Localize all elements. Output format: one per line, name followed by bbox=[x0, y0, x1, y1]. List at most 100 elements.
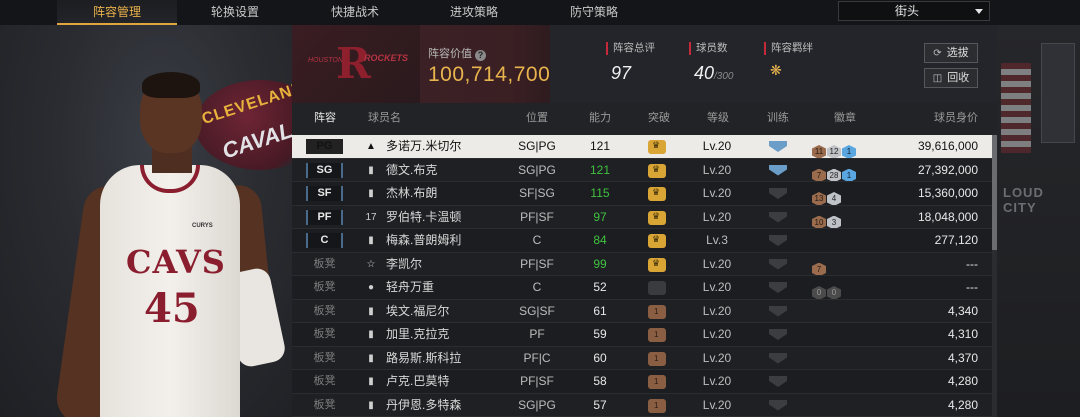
player-name[interactable]: 轻舟万重 bbox=[386, 276, 506, 300]
col-lineup[interactable]: 阵容 bbox=[314, 103, 336, 135]
player-position: C bbox=[532, 280, 542, 294]
lineup-slot[interactable]: PF bbox=[306, 209, 343, 225]
lineup-slot[interactable]: 板凳 bbox=[306, 351, 343, 366]
tab-defense[interactable]: 防守策略 bbox=[534, 0, 654, 25]
player-position: SF|SG bbox=[519, 186, 555, 200]
lineup-slot[interactable]: PG bbox=[306, 139, 343, 154]
table-scrollbar[interactable] bbox=[992, 135, 997, 417]
lineup-slot[interactable]: 板凳 bbox=[306, 257, 343, 272]
player-row[interactable]: PF 17 罗伯特.卡温顿 PF|SF 97 ♛ Lv.20 10 3 18,048,000 bbox=[292, 205, 992, 230]
player-row[interactable]: 板凳 ● 轻舟万重 C 52 Lv.20 0 0 --- bbox=[292, 276, 992, 300]
col-name[interactable]: 球员名 bbox=[368, 103, 401, 135]
player-row[interactable]: C ▮ 梅森.普朗姆利 C 84 ♛ Lv.3 277,120 bbox=[292, 229, 992, 253]
lineup-slot[interactable]: 板凳 bbox=[306, 327, 343, 342]
player-name[interactable]: 路易斯.斯科拉 bbox=[386, 347, 506, 371]
player-name[interactable]: 梅森.普朗姆利 bbox=[386, 229, 506, 253]
player-type-icon: ▮ bbox=[368, 305, 374, 317]
lineup-slot[interactable]: 板凳 bbox=[306, 280, 343, 295]
tab-lineup[interactable]: 阵容管理 bbox=[57, 0, 177, 25]
player-name[interactable]: 卢克.巴莫特 bbox=[386, 370, 506, 394]
tab-offense[interactable]: 进攻策略 bbox=[414, 0, 534, 25]
player-name[interactable]: 丹伊恩.多特森 bbox=[386, 394, 506, 417]
player-salary: 15,360,000 bbox=[917, 186, 978, 200]
scrollbar-thumb[interactable] bbox=[992, 135, 997, 250]
badge-list: 10 3 bbox=[812, 210, 842, 230]
lineup-slot[interactable]: 板凳 bbox=[306, 398, 343, 413]
breakthrough-icon[interactable]: 1 bbox=[648, 351, 666, 366]
player-overall: 84 bbox=[593, 233, 607, 247]
tab-quick-tactics[interactable]: 快捷战术 bbox=[295, 0, 415, 25]
player-name[interactable]: 埃文.福尼尔 bbox=[386, 300, 506, 324]
col-salary[interactable]: 球员身价 bbox=[934, 103, 978, 135]
player-name[interactable]: 加里.克拉克 bbox=[386, 323, 506, 347]
col-overall[interactable]: 能力 bbox=[589, 103, 611, 135]
training-icon[interactable] bbox=[769, 141, 787, 152]
training-icon[interactable] bbox=[769, 188, 787, 199]
player-level: Lv.20 bbox=[702, 186, 732, 200]
player-overall: 121 bbox=[589, 162, 611, 177]
player-row[interactable]: SG ▮ 德文.布克 SG|PG 121 ♛ Lv.20 7 28 1 27,392,000 bbox=[292, 158, 992, 183]
player-level: Lv.20 bbox=[702, 280, 732, 294]
tab-rotation[interactable]: 轮换设置 bbox=[175, 0, 295, 25]
player-row[interactable]: 板凳 ▮ 加里.克拉克 PF 59 1 Lv.20 4,310 bbox=[292, 323, 992, 347]
select-button[interactable]: ⟳ 选拔 bbox=[924, 43, 978, 63]
jersey-select[interactable]: 街头 bbox=[838, 1, 990, 21]
breakthrough-icon[interactable]: 1 bbox=[648, 398, 666, 413]
player-level: Lv.20 bbox=[702, 256, 732, 271]
player-type-icon: ▮ bbox=[368, 352, 374, 364]
player-name[interactable]: 杰林.布朗 bbox=[386, 182, 506, 206]
col-level[interactable]: 等级 bbox=[707, 103, 729, 135]
player-row[interactable]: 板凳 ▮ 路易斯.斯科拉 PF|C 60 1 Lv.20 4,370 bbox=[292, 346, 992, 371]
training-icon[interactable] bbox=[769, 352, 787, 364]
training-icon[interactable] bbox=[769, 305, 787, 317]
breakthrough-icon[interactable]: ♛ bbox=[648, 163, 666, 178]
player-name[interactable]: 李凯尔 bbox=[386, 253, 506, 277]
breakthrough-icon[interactable]: ♛ bbox=[648, 257, 666, 272]
help-icon[interactable]: ? bbox=[475, 50, 486, 61]
lineup-slot[interactable]: C bbox=[306, 233, 343, 248]
player-overall: 57 bbox=[593, 397, 607, 412]
lineup-slot[interactable]: SG bbox=[306, 162, 343, 178]
training-icon[interactable] bbox=[769, 376, 787, 387]
player-overall: 58 bbox=[593, 374, 607, 388]
breakthrough-icon[interactable]: ♛ bbox=[648, 210, 666, 225]
chevron-down-icon bbox=[975, 9, 983, 14]
col-badges[interactable]: 徽章 bbox=[834, 103, 856, 135]
training-icon[interactable] bbox=[769, 329, 787, 340]
breakthrough-icon[interactable] bbox=[648, 281, 666, 295]
player-overall: 61 bbox=[593, 303, 607, 318]
player-name[interactable]: 多诺万.米切尔 bbox=[386, 135, 506, 159]
training-icon[interactable] bbox=[769, 399, 787, 411]
player-row[interactable]: SF ▮ 杰林.布朗 SF|SG 115 ♛ Lv.20 13 4 15,360,000 bbox=[292, 182, 992, 206]
lineup-slot[interactable]: SF bbox=[306, 186, 343, 201]
player-name[interactable]: 德文.布克 bbox=[386, 159, 506, 183]
lineup-value: 100,714,700 bbox=[428, 63, 551, 86]
player-row[interactable]: 板凳 ▮ 埃文.福尼尔 SG|SF 61 1 Lv.20 4,340 bbox=[292, 299, 992, 324]
player-row[interactable]: 板凳 ▮ 卢克.巴莫特 PF|SF 58 1 Lv.20 4,280 bbox=[292, 370, 992, 394]
player-row[interactable]: PG ▲ 多诺万.米切尔 SG|PG 121 ♛ Lv.20 11 12 1 39,616,000 bbox=[292, 135, 992, 159]
breakthrough-icon[interactable]: ♛ bbox=[648, 140, 666, 154]
breakthrough-icon[interactable]: 1 bbox=[648, 375, 666, 389]
player-type-icon: ▮ bbox=[368, 235, 374, 246]
breakthrough-icon[interactable]: 1 bbox=[648, 328, 666, 342]
player-level: Lv.20 bbox=[702, 162, 732, 177]
player-row[interactable]: 板凳 ☆ 李凯尔 PF|SF 99 ♛ Lv.20 7 --- bbox=[292, 252, 992, 277]
training-icon[interactable] bbox=[769, 235, 787, 246]
recycle-button[interactable]: ◫ 回收 bbox=[924, 68, 978, 88]
breakthrough-icon[interactable]: ♛ bbox=[648, 187, 666, 201]
lineup-slot[interactable]: 板凳 bbox=[306, 304, 343, 319]
col-position[interactable]: 位置 bbox=[526, 103, 548, 135]
training-icon[interactable] bbox=[769, 258, 787, 270]
lineup-chemistry[interactable]: 阵容羁绊 ❋ bbox=[764, 42, 813, 80]
player-row[interactable]: 板凳 ▮ 丹伊恩.多特森 SG|PG 57 1 Lv.20 4,280 bbox=[292, 393, 992, 417]
training-icon[interactable] bbox=[769, 211, 787, 223]
training-icon[interactable] bbox=[769, 282, 787, 293]
team-logo-name: ROCKETS bbox=[364, 53, 409, 63]
training-icon[interactable] bbox=[769, 164, 787, 176]
col-breakthrough[interactable]: 突破 bbox=[648, 103, 670, 135]
player-name[interactable]: 罗伯特.卡温顿 bbox=[386, 206, 506, 230]
lineup-slot[interactable]: 板凳 bbox=[306, 374, 343, 389]
breakthrough-icon[interactable]: ♛ bbox=[648, 234, 666, 248]
col-training[interactable]: 训练 bbox=[767, 103, 789, 135]
breakthrough-icon[interactable]: 1 bbox=[648, 304, 666, 319]
